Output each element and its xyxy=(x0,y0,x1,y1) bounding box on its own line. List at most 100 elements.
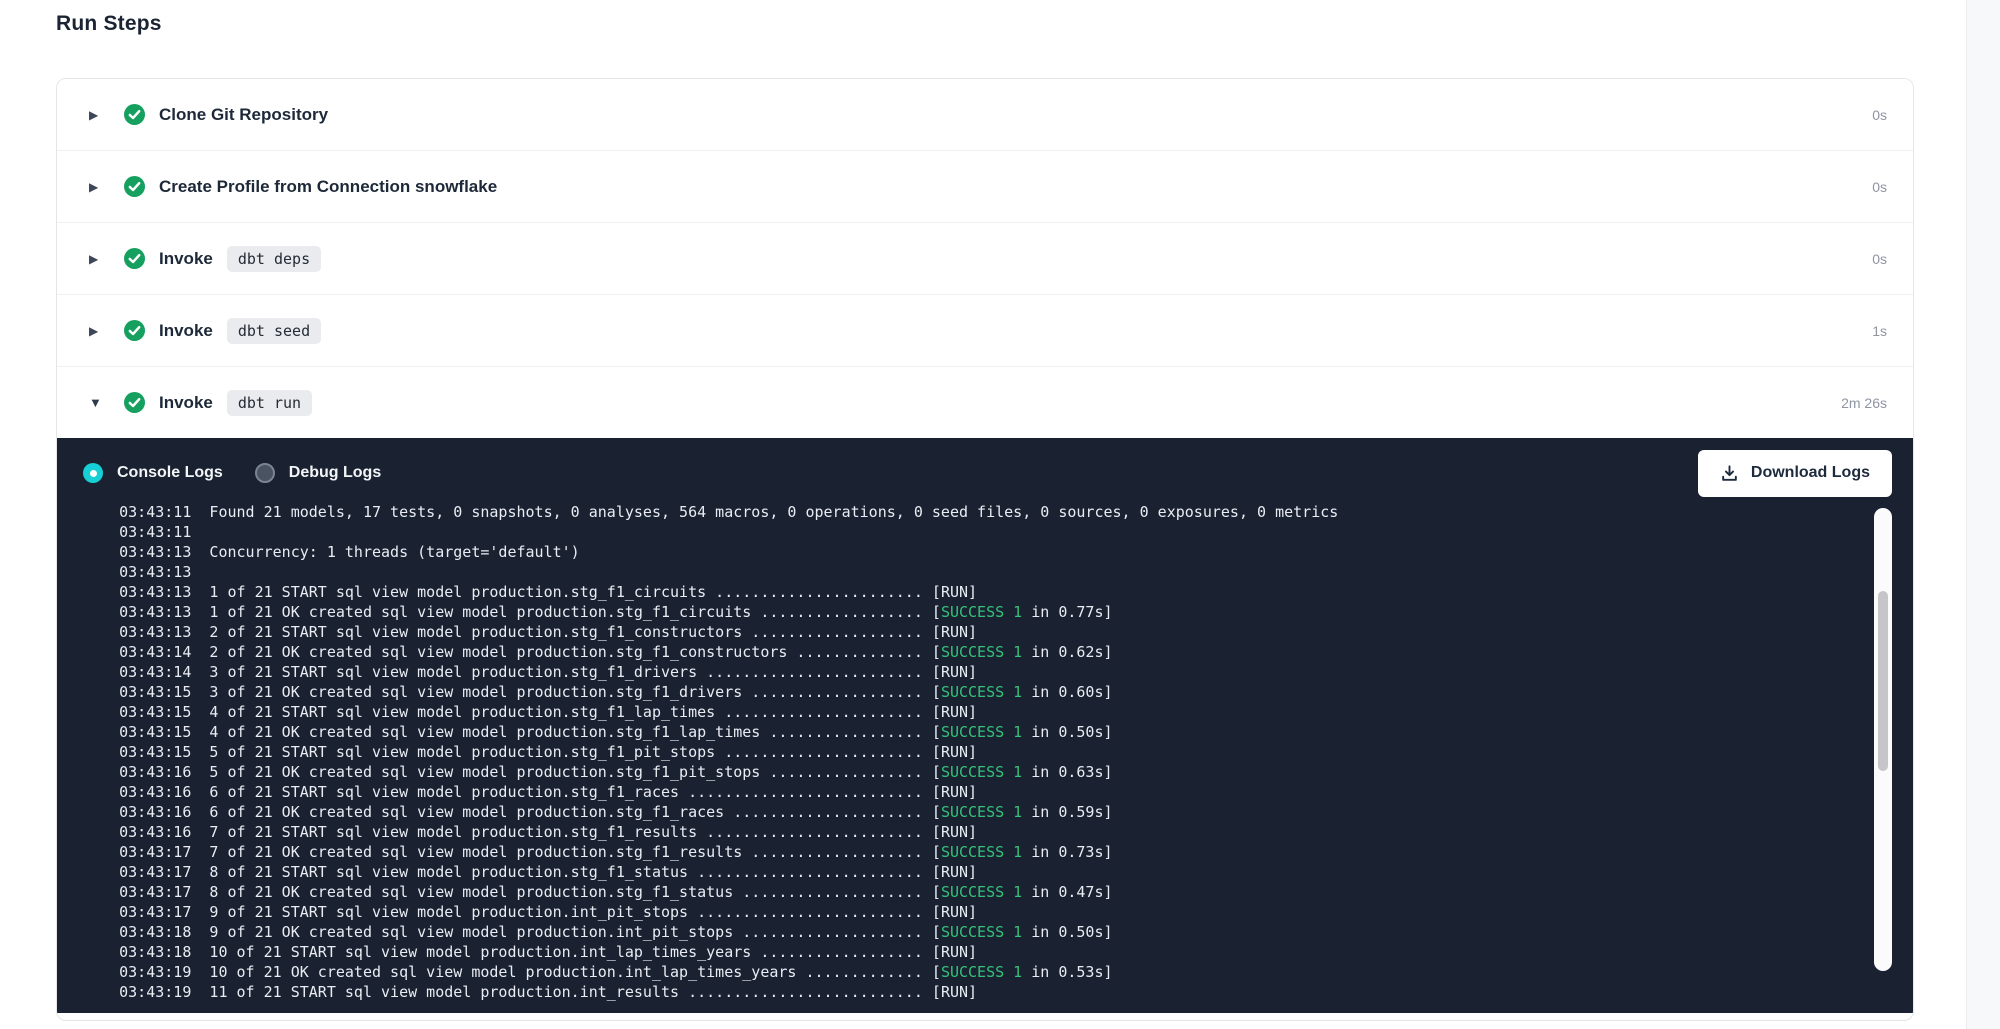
log-status: [SUCCESS 1 in 0.62s] xyxy=(932,643,1113,661)
success-check-icon xyxy=(124,248,145,269)
log-status: [RUN] xyxy=(932,903,977,921)
log-status: [RUN] xyxy=(932,823,977,841)
log-message: 2 of 21 START sql view model production.… xyxy=(191,623,932,641)
log-message: 1 of 21 START sql view model production.… xyxy=(191,583,932,601)
log-message: 1 of 21 OK created sql view model produc… xyxy=(191,603,932,621)
step-command-badge: dbt seed xyxy=(227,318,321,344)
log-message: 5 of 21 START sql view model production.… xyxy=(191,743,932,761)
log-timestamp: 03:43:19 xyxy=(119,983,191,1001)
log-message: 6 of 21 OK created sql view model produc… xyxy=(191,803,932,821)
console-panel: Console Logs Debug Logs Download Logs 03… xyxy=(57,438,1913,1013)
console-scrollbar-thumb[interactable] xyxy=(1878,591,1888,771)
log-message: Concurrency: 1 threads (target='default'… xyxy=(191,543,579,561)
log-message: 10 of 21 START sql view model production… xyxy=(191,943,932,961)
log-timestamp: 03:43:15 xyxy=(119,703,191,721)
log-timestamp: 03:43:13 xyxy=(119,543,191,561)
log-message: 2 of 21 OK created sql view model produc… xyxy=(191,643,932,661)
run-step-row[interactable]: ▼ Invoke dbt run 2m 26s xyxy=(57,366,1913,438)
log-timestamp: 03:43:13 xyxy=(119,603,191,621)
log-timestamp: 03:43:19 xyxy=(119,963,191,981)
caret-icon[interactable]: ▶ xyxy=(89,252,124,266)
log-message: Found 21 models, 17 tests, 0 snapshots, … xyxy=(191,503,1338,521)
log-status: [RUN] xyxy=(932,743,977,761)
log-timestamp: 03:43:16 xyxy=(119,803,191,821)
run-steps-page: Run Steps ▶ Clone Git Repository 0s ▶ Cr… xyxy=(0,0,2000,1029)
log-timestamp: 03:43:18 xyxy=(119,943,191,961)
page-title: Run Steps xyxy=(56,12,162,36)
log-line: 03:43:13 Concurrency: 1 threads (target=… xyxy=(83,522,1868,542)
right-rail xyxy=(1966,0,2000,1029)
log-status: [RUN] xyxy=(932,623,977,641)
log-message: 3 of 21 START sql view model production.… xyxy=(191,663,932,681)
log-timestamp: 03:43:14 xyxy=(119,643,191,661)
console-log-output[interactable]: 03:43:11 Found 21 models, 17 tests, 0 sn… xyxy=(57,493,1868,1013)
log-timestamp: 03:43:11 xyxy=(119,523,191,541)
log-tab[interactable]: Console Logs xyxy=(83,463,223,483)
log-timestamp: 03:43:18 xyxy=(119,923,191,941)
log-message: 3 of 21 OK created sql view model produc… xyxy=(191,683,932,701)
success-check-icon xyxy=(124,104,145,125)
log-timestamp: 03:43:14 xyxy=(119,663,191,681)
log-timestamp: 03:43:11 xyxy=(119,503,191,521)
console-scrollbar[interactable] xyxy=(1874,508,1892,971)
step-label: Create Profile from Connection snowflake xyxy=(159,177,497,197)
log-message: 5 of 21 OK created sql view model produc… xyxy=(191,763,932,781)
download-logs-button[interactable]: Download Logs xyxy=(1698,450,1892,497)
success-check-icon xyxy=(124,320,145,341)
log-tab[interactable]: Debug Logs xyxy=(255,463,381,483)
log-timestamp: 03:43:17 xyxy=(119,843,191,861)
radio-icon[interactable] xyxy=(255,463,275,483)
run-steps-card: ▶ Clone Git Repository 0s ▶ Create Profi… xyxy=(56,78,1914,1021)
step-duration: 1s xyxy=(1872,323,1887,339)
log-status: [SUCCESS 1 in 0.63s] xyxy=(932,763,1113,781)
log-timestamp: 03:43:13 xyxy=(119,563,191,581)
log-message: 11 of 21 START sql view model production… xyxy=(191,983,932,1001)
log-message xyxy=(191,563,209,581)
caret-icon[interactable]: ▶ xyxy=(89,180,124,194)
log-message: 7 of 21 START sql view model production.… xyxy=(191,823,932,841)
log-timestamp: 03:43:13 xyxy=(119,623,191,641)
log-message: 10 of 21 OK created sql view model produ… xyxy=(191,963,932,981)
step-command-badge: dbt deps xyxy=(227,246,321,272)
radio-icon[interactable] xyxy=(83,463,103,483)
run-step-row[interactable]: ▶ Clone Git Repository 0s xyxy=(57,79,1913,150)
log-timestamp: 03:43:16 xyxy=(119,783,191,801)
run-step-row[interactable]: ▶ Create Profile from Connection snowfla… xyxy=(57,150,1913,222)
step-command-badge: dbt run xyxy=(227,390,312,416)
log-message: 4 of 21 OK created sql view model produc… xyxy=(191,723,932,741)
log-timestamp: 03:43:17 xyxy=(119,883,191,901)
log-status: [SUCCESS 1 in 0.59s] xyxy=(932,803,1113,821)
caret-icon[interactable]: ▼ xyxy=(89,395,124,410)
step-label: Invoke xyxy=(159,321,213,341)
log-timestamp: 03:43:13 xyxy=(119,583,191,601)
log-tabs: Console Logs Debug Logs xyxy=(83,463,381,483)
log-message: 4 of 21 START sql view model production.… xyxy=(191,703,932,721)
log-tab-label: Debug Logs xyxy=(289,464,381,482)
download-label: Download Logs xyxy=(1751,464,1870,482)
log-message: 7 of 21 OK created sql view model produc… xyxy=(191,843,932,861)
run-step-row[interactable]: ▶ Invoke dbt deps 0s xyxy=(57,222,1913,294)
log-timestamp: 03:43:16 xyxy=(119,763,191,781)
log-status: [RUN] xyxy=(932,663,977,681)
log-status: [RUN] xyxy=(932,703,977,721)
log-status: [RUN] xyxy=(932,783,977,801)
log-status: [RUN] xyxy=(932,583,977,601)
run-steps-list: ▶ Clone Git Repository 0s ▶ Create Profi… xyxy=(57,79,1913,438)
log-tab-label: Console Logs xyxy=(117,464,223,482)
caret-icon[interactable]: ▶ xyxy=(89,324,124,338)
log-timestamp: 03:43:15 xyxy=(119,723,191,741)
log-timestamp: 03:43:15 xyxy=(119,743,191,761)
log-message: 9 of 21 OK created sql view model produc… xyxy=(191,923,932,941)
download-icon xyxy=(1720,464,1739,483)
run-step-row[interactable]: ▶ Invoke dbt seed 1s xyxy=(57,294,1913,366)
log-status: [SUCCESS 1 in 0.50s] xyxy=(932,923,1113,941)
caret-icon[interactable]: ▶ xyxy=(89,108,124,122)
success-check-icon xyxy=(124,176,145,197)
log-timestamp: 03:43:16 xyxy=(119,823,191,841)
step-duration: 2m 26s xyxy=(1841,395,1887,411)
step-duration: 0s xyxy=(1872,179,1887,195)
log-line: 03:43:13 1 of 21 START sql view model pr… xyxy=(83,562,1868,582)
log-message: 6 of 21 START sql view model production.… xyxy=(191,783,932,801)
step-label: Invoke xyxy=(159,393,213,413)
step-duration: 0s xyxy=(1872,107,1887,123)
